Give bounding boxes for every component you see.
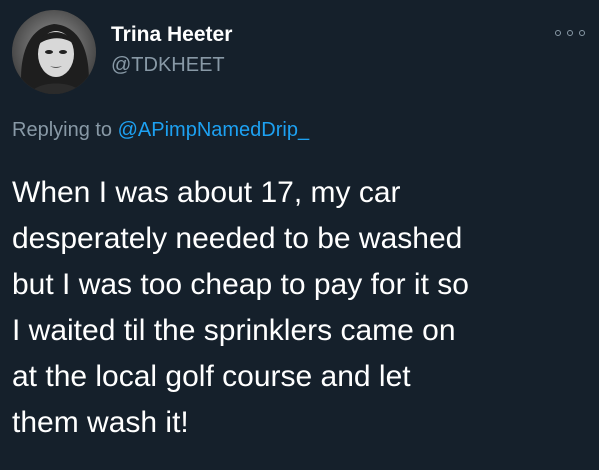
author-display-name[interactable]: Trina Heeter bbox=[111, 22, 232, 48]
avatar-image bbox=[12, 10, 96, 94]
more-horizontal-icon bbox=[555, 30, 561, 36]
tweet-text-line: but I was too cheap to pay for it so bbox=[12, 268, 469, 301]
tweet-text-line: at the local golf course and let bbox=[12, 360, 411, 393]
more-horizontal-icon-dot bbox=[579, 30, 585, 36]
tweet-text: When I was about 17, my car desperately … bbox=[12, 170, 587, 446]
avatar[interactable] bbox=[12, 10, 96, 94]
replying-to: Replying to @APimpNamedDrip_ bbox=[12, 117, 309, 143]
tweet-text-line: them wash it! bbox=[12, 406, 189, 439]
tweet-text-line: desperately needed to be washed bbox=[12, 222, 463, 255]
more-options-button[interactable] bbox=[555, 26, 585, 40]
author-handle[interactable]: @TDKHEET bbox=[111, 52, 232, 78]
reply-mention-link[interactable]: @APimpNamedDrip_ bbox=[118, 119, 309, 141]
replying-to-label: Replying to bbox=[12, 119, 113, 141]
tweet-text-line: When I was about 17, my car bbox=[12, 176, 401, 209]
author-block: Trina Heeter @TDKHEET bbox=[111, 22, 232, 78]
tweet-text-line: I waited til the sprinklers came on bbox=[12, 314, 456, 347]
more-horizontal-icon-dot bbox=[567, 30, 573, 36]
tweet-card: Trina Heeter @TDKHEET Replying to @APimp… bbox=[0, 0, 599, 470]
